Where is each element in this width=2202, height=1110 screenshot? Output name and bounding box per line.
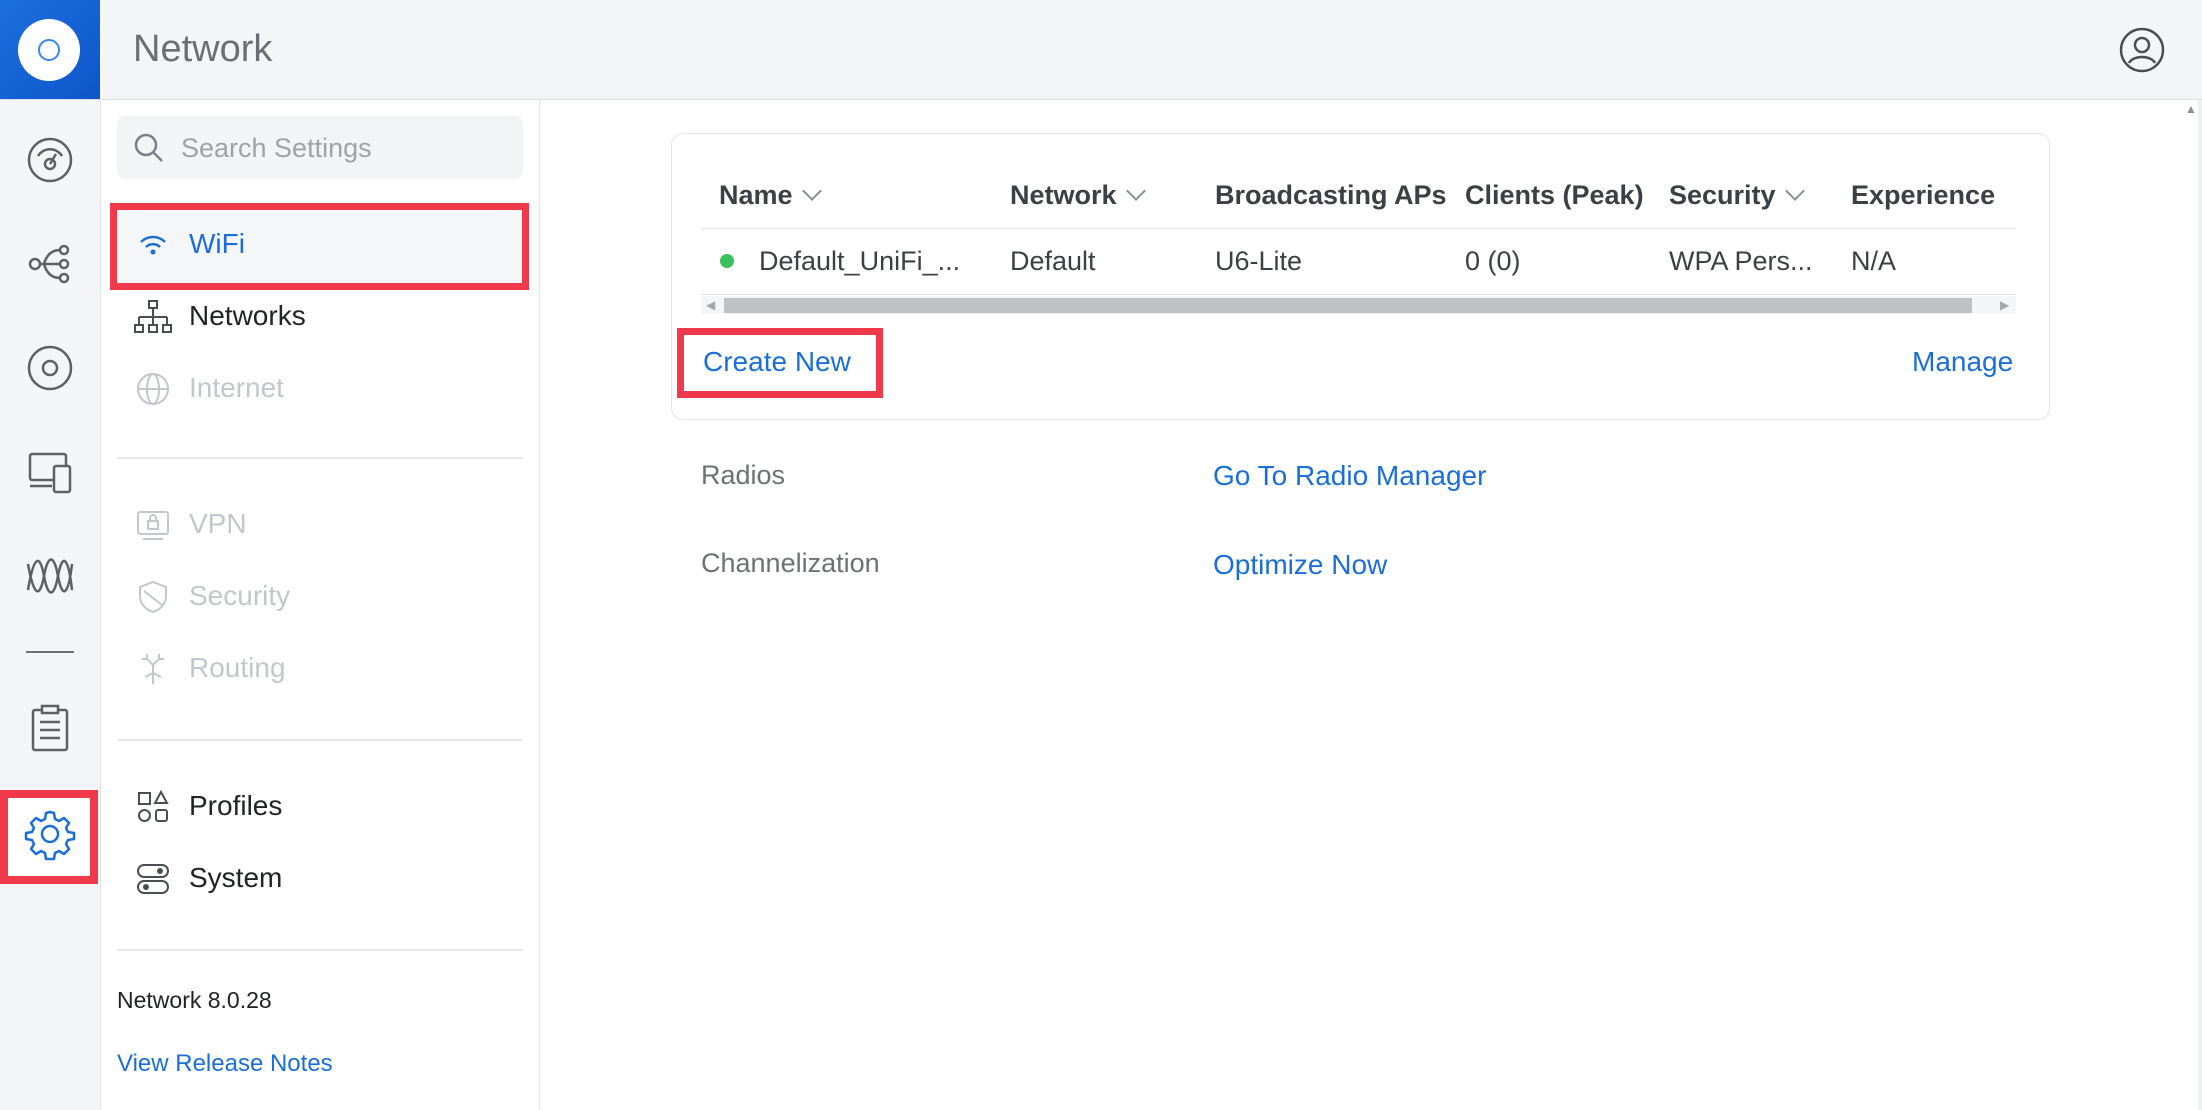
sidebar-divider	[117, 739, 523, 741]
status-online-dot	[720, 254, 734, 268]
create-new-label[interactable]: Create New	[703, 346, 851, 378]
search-placeholder: Search Settings	[181, 133, 372, 163]
channelization-label: Channelization	[701, 548, 880, 578]
sidebar-item-security	[117, 566, 523, 632]
cell-network: Default	[1010, 246, 1096, 276]
cell-broadcasting-aps: U6-Lite	[1215, 246, 1303, 276]
client-devices-icon[interactable]	[22, 444, 78, 500]
wifi-icon	[133, 225, 173, 265]
sidebar-item-profiles[interactable]	[117, 776, 523, 842]
unifi-logo-ring	[38, 39, 60, 61]
sidebar-item-label: Internet	[189, 372, 284, 403]
table-header-divider	[701, 228, 2016, 229]
top-bar	[0, 0, 2202, 100]
chevron-down-icon	[801, 181, 822, 201]
scroll-left-arrow-icon[interactable]: ◀	[706, 298, 715, 312]
sidebar-item-label: WiFi	[189, 228, 245, 259]
release-notes-link[interactable]: View Release Notes	[117, 1050, 333, 1078]
sidebar-item-networks[interactable]	[117, 286, 523, 352]
cell-name: Default_UniFi_...	[759, 246, 961, 276]
scroll-up-arrow-icon[interactable]: ▲	[2185, 102, 2197, 116]
sidebar-item-vpn	[117, 494, 523, 560]
insights-icon[interactable]	[22, 548, 78, 604]
app-version: Network 8.0.28	[117, 987, 272, 1013]
routing-icon	[133, 649, 173, 689]
column-header-broadcasting-aps[interactable]: Broadcasting APs	[1215, 180, 1447, 211]
sidebar-item-label: Routing	[189, 652, 286, 683]
topology-icon[interactable]	[22, 236, 78, 292]
cell-experience: N/A	[1851, 246, 1897, 276]
shield-icon	[133, 577, 173, 617]
globe-icon	[133, 369, 173, 409]
user-account-icon[interactable]	[2118, 26, 2166, 79]
vpn-icon	[133, 505, 173, 545]
sidebar-item-label: VPN	[189, 508, 247, 539]
rail-divider	[26, 651, 74, 653]
system-toggle-icon	[133, 859, 173, 899]
column-header-name[interactable]: Name	[719, 180, 822, 211]
sidebar-item-label: System	[189, 862, 283, 893]
column-header-network[interactable]: Network	[1010, 180, 1146, 211]
app-title: Network	[133, 28, 273, 70]
search-icon	[133, 132, 165, 169]
scroll-right-arrow-icon[interactable]: ▶	[2000, 298, 2009, 312]
network-tree-icon	[133, 297, 173, 337]
column-header-experience[interactable]: Experience	[1851, 180, 1995, 211]
column-header-clients-peak[interactable]: Clients (Peak)	[1465, 180, 1644, 211]
sidebar-item-internet	[117, 358, 523, 424]
sidebar-item-label: Security	[189, 580, 291, 611]
chevron-down-icon	[1125, 181, 1146, 201]
sidebar-item-label: Networks	[189, 300, 306, 331]
go-to-radio-manager-link[interactable]: Go To Radio Manager	[1213, 460, 1486, 492]
settings-icon[interactable]	[22, 806, 78, 862]
sidebar-item-routing	[117, 638, 523, 704]
cell-security: WPA Pers...	[1669, 246, 1813, 276]
table-row-divider	[701, 294, 2016, 295]
chevron-down-icon	[1784, 181, 1805, 201]
optimize-now-link[interactable]: Optimize Now	[1213, 549, 1387, 581]
sidebar-item-label: Profiles	[189, 790, 283, 821]
sidebar-divider	[117, 949, 523, 951]
horizontal-scrollbar-thumb[interactable]	[724, 298, 1972, 313]
page-scrollbar[interactable]	[2198, 100, 2202, 1110]
sidebar-item-system[interactable]	[117, 848, 523, 914]
column-header-security[interactable]: Security	[1669, 180, 1805, 211]
devices-icon[interactable]	[22, 340, 78, 396]
manage-button[interactable]: Manage	[1912, 346, 2013, 378]
dashboard-icon[interactable]	[22, 132, 78, 188]
radios-label: Radios	[701, 460, 786, 490]
cell-clients-peak: 0 (0)	[1465, 246, 1521, 276]
profiles-icon	[133, 787, 173, 827]
logs-icon[interactable]	[22, 700, 78, 756]
sidebar-divider	[117, 457, 523, 459]
